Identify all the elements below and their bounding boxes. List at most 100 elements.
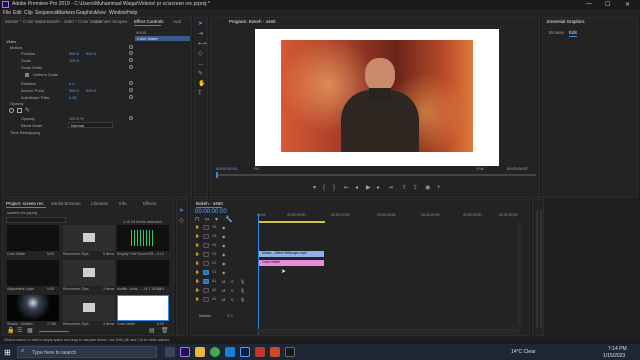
work-area-bar[interactable]: [259, 221, 325, 223]
motion-reset-icon[interactable]: [129, 45, 133, 49]
timeline-razor-icon[interactable]: ◇: [179, 218, 184, 224]
opacity-value[interactable]: 100.0 %: [69, 116, 84, 121]
tab-audio[interactable]: Aud: [173, 19, 181, 24]
tab-browse[interactable]: Browse: [549, 30, 564, 35]
list-view-icon[interactable]: ☰: [17, 328, 22, 334]
track-solo-button[interactable]: S: [231, 288, 234, 293]
icon-view-icon[interactable]: ▦: [27, 328, 33, 334]
track-lock-icon[interactable]: 🔒: [195, 279, 199, 283]
clock-date[interactable]: 1/15/2023: [603, 353, 625, 359]
property-reset-icon[interactable]: [129, 58, 133, 62]
track-mute-button[interactable]: M: [222, 279, 225, 284]
menu-edit[interactable]: Edit: [13, 10, 22, 16]
recorder-app-icon[interactable]: [270, 347, 280, 357]
app-icon-generic[interactable]: [285, 347, 295, 357]
tab-effects[interactable]: Effects: [143, 201, 157, 206]
track-select-tool-icon[interactable]: ⇥: [198, 31, 203, 37]
task-view-icon[interactable]: [165, 347, 175, 357]
program-video-frame[interactable]: [255, 29, 499, 166]
track-lock-icon[interactable]: 🔒: [195, 288, 199, 292]
tab-info[interactable]: Info: [119, 201, 127, 206]
track-source-patch[interactable]: [203, 279, 209, 284]
windows-start-icon[interactable]: ⊞: [4, 348, 11, 357]
tab-effect-controls[interactable]: Effect Controls: [134, 19, 163, 24]
project-item-thumbnail[interactable]: [117, 295, 169, 321]
track-lock-icon[interactable]: 🔒: [195, 225, 199, 229]
lift-icon[interactable]: ⇧: [402, 185, 407, 191]
property-value[interactable]: 960.0: [69, 51, 79, 56]
type-tool-icon[interactable]: T: [198, 91, 202, 97]
track-source-patch[interactable]: [203, 261, 209, 266]
play-icon[interactable]: ▶: [366, 185, 371, 191]
property-reset-icon[interactable]: [129, 88, 133, 92]
menu-graphics[interactable]: Graphics: [76, 10, 96, 16]
track-lock-icon[interactable]: 🔒: [195, 243, 199, 247]
property-reset-icon[interactable]: [129, 95, 133, 99]
taskbar-search-box[interactable]: ⌕ Type here to search: [17, 346, 157, 358]
menu-window[interactable]: Window: [109, 10, 127, 16]
track-source-patch[interactable]: [203, 288, 209, 293]
mark-out-icon[interactable]: }: [333, 185, 335, 191]
track-source-patch[interactable]: [203, 252, 209, 257]
tab-master-clip[interactable]: Master * Color Matte: [5, 19, 46, 24]
property-value[interactable]: 0.00: [69, 95, 77, 100]
project-search-input[interactable]: [6, 217, 66, 223]
track-lock-icon[interactable]: 🔒: [195, 270, 199, 274]
timeline-sequence-tab[interactable]: Bokeh - 4460: [196, 201, 223, 206]
chrome-icon[interactable]: [210, 347, 220, 357]
program-playhead[interactable]: [216, 172, 218, 178]
zoom-slider[interactable]: [39, 331, 69, 332]
video-clip-color-matte[interactable]: Color Matte: [259, 260, 324, 266]
mark-in-icon[interactable]: {: [323, 185, 325, 191]
track-record-icon[interactable]: 🎙: [240, 297, 245, 302]
property-value[interactable]: 0.0: [69, 81, 75, 86]
property-value[interactable]: 960.0: [69, 88, 79, 93]
tab-project[interactable]: Project: screen rec: [6, 201, 44, 206]
track-solo-button[interactable]: S: [231, 297, 234, 302]
menu-clip[interactable]: Clip: [24, 10, 33, 16]
menu-help[interactable]: Help: [127, 10, 137, 16]
selection-tool-icon[interactable]: ➤: [198, 21, 203, 27]
add-button-icon[interactable]: +: [437, 185, 441, 191]
track-mute-button[interactable]: M: [222, 288, 225, 293]
tab-media-browser[interactable]: Media Browser: [51, 201, 81, 206]
property-value-2[interactable]: 540.0: [86, 88, 96, 93]
export-frame-icon[interactable]: ◉: [425, 185, 430, 191]
master-volume-value[interactable]: 0.0: [227, 313, 233, 318]
track-lock-icon[interactable]: 🔒: [195, 297, 199, 301]
uniform-scale-checkbox[interactable]: [25, 73, 29, 77]
timeline-timecode[interactable]: 00:00:00:00: [195, 209, 227, 215]
track-source-patch[interactable]: [203, 270, 209, 275]
track-source-patch[interactable]: [203, 234, 209, 239]
track-source-patch[interactable]: [203, 243, 209, 248]
opacity-reset-icon[interactable]: [129, 116, 133, 120]
track-visibility-icon[interactable]: ◉: [222, 261, 226, 266]
resolution-select[interactable]: Full: [477, 166, 483, 171]
fx-opacity-label[interactable]: Opacity: [10, 101, 24, 106]
track-mute-button[interactable]: M: [222, 297, 225, 302]
timeline-horizontal-scrollbar[interactable]: [257, 329, 519, 333]
project-item-thumbnail[interactable]: [117, 260, 169, 286]
track-record-icon[interactable]: 🎙: [240, 288, 245, 293]
track-source-patch[interactable]: [203, 297, 209, 302]
project-item-thumbnail[interactable]: [7, 225, 59, 251]
fx-motion-label[interactable]: Motion: [10, 45, 22, 50]
fx-time-remapping-label[interactable]: Time Remapping: [10, 130, 40, 135]
go-to-in-icon[interactable]: ⇤: [344, 185, 349, 191]
track-lock-icon[interactable]: 🔒: [195, 261, 199, 265]
essential-graphics-title[interactable]: Essential Graphics: [547, 19, 585, 24]
step-back-icon[interactable]: ◂: [355, 185, 358, 191]
add-marker-icon[interactable]: ▾: [313, 185, 316, 191]
extract-icon[interactable]: ⇪: [413, 185, 418, 191]
photoshop-icon[interactable]: [240, 347, 250, 357]
track-visibility-icon[interactable]: ◉: [222, 234, 226, 239]
go-to-out-icon[interactable]: ⇥: [388, 185, 393, 191]
media-app-icon[interactable]: [255, 347, 265, 357]
slip-tool-icon[interactable]: ↔: [198, 61, 204, 67]
track-source-patch[interactable]: [203, 225, 209, 230]
property-reset-icon[interactable]: [129, 51, 133, 55]
ellipse-mask-icon[interactable]: [9, 108, 14, 113]
minimize-button[interactable]: —: [586, 1, 592, 7]
tab-sequence-clip[interactable]: Bokeh - 4460 * Color Matte: [47, 19, 101, 24]
maximize-button[interactable]: ☐: [605, 1, 610, 8]
